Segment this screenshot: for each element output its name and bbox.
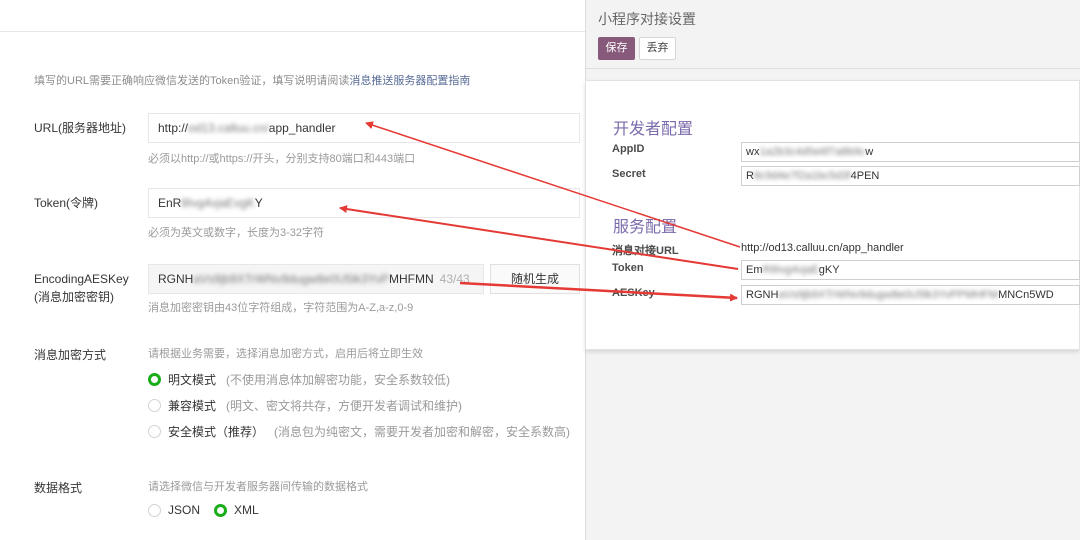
secret-label: Secret	[612, 168, 646, 180]
data-format-hint: 请选择微信与开发者服务器间传输的数据格式	[148, 481, 368, 493]
service-config-title: 服务配置	[613, 217, 678, 236]
token-value-suffix: Y	[254, 196, 263, 210]
encrypt-option-name: 明文模式	[168, 373, 217, 387]
token-value-masked: 8Ivg4vjaEvgK	[181, 196, 255, 210]
aeskey-input[interactable]: RGNHaVs9jb9XTrWNv9dugw8e0U5lk3YvPMHFMN 43…	[148, 264, 484, 294]
aeskey-dialog-input[interactable]: RGNHaVs9jb9XTrWNv9dugw8e0U5lk3YvPPMHFMMN…	[741, 285, 1080, 305]
token-value-prefix: EnR	[158, 196, 182, 210]
appid-input[interactable]: wx1a2b3c4d5e6f7a8b9cw	[741, 142, 1080, 162]
aeskey-label-line1: EncodingAESKey	[34, 272, 129, 286]
aeskey-value-prefix: RGNH	[158, 272, 194, 286]
dialog-token-input[interactable]: EmR8Ivg4vjaEgKY	[741, 260, 1080, 280]
encrypt-mode-hint: 请根据业务需要，选择消息加密方式，启用后将立即生效	[148, 348, 423, 360]
url-label: URL(服务器地址)	[34, 121, 126, 135]
secret-masked: 8c9d4e7f2a1bc5d3f	[753, 170, 851, 182]
aeskey-hint: 消息加密密钥由43位字符组成，字符范围为A-Z,a-z,0-9	[148, 302, 414, 314]
secret-prefix: R	[746, 170, 754, 182]
token-label: Token(令牌)	[34, 196, 99, 210]
radio-checked-icon[interactable]	[148, 373, 161, 386]
aeskey-value-suffix: MHFMN	[389, 272, 434, 286]
aeskey-dialog-suffix: MNCn5WD	[998, 289, 1054, 301]
appid-suffix: w	[865, 146, 874, 158]
aeskey-dialog-prefix: RGNH	[746, 289, 779, 301]
dialog-divider	[585, 68, 1080, 69]
save-button[interactable]: 保存	[598, 37, 635, 60]
random-generate-button[interactable]: 随机生成	[490, 264, 580, 294]
aeskey-counter: 43/43	[439, 272, 470, 286]
aeskey-value-masked: aVs9jb9XTrWNv9dugw8e0U5lk3YvP	[193, 272, 389, 286]
dialog-token-masked: R8Ivg4vjaE	[762, 264, 819, 276]
radio-unchecked-icon[interactable]	[148, 399, 161, 412]
encrypt-option-name: 兼容模式	[168, 399, 217, 413]
wechat-server-config-panel: 填写的URL需要正确响应微信发送的Token验证，填写说明请阅读消息推送服务器配…	[0, 0, 585, 540]
url-hint: 必须以http://或https://开头，分别支持80端口和443端口	[148, 153, 416, 165]
data-format-options: JSON XML	[148, 503, 259, 517]
token-hint: 必须为英文或数字，长度为3-32字符	[148, 227, 325, 239]
aeskey-label: EncodingAESKey (消息加密密钥)	[34, 270, 129, 306]
dialog-token-suffix: gKY	[818, 264, 840, 276]
token-input[interactable]: EnR8Ivg4vjaEvgKY	[148, 188, 580, 218]
url-value-masked: od13.calluu.cn/	[188, 121, 269, 135]
dialog-token-label: Token	[612, 262, 644, 274]
appid-label: AppID	[612, 143, 645, 155]
dialog-title: 小程序对接设置	[598, 12, 696, 28]
encrypt-mode-label: 消息加密方式	[34, 348, 107, 362]
encrypt-option-compatible[interactable]: 兼容模式 (明文、密文将共存，方便开发者调试和维护)	[148, 397, 462, 414]
aeskey-dialog-label: AESKey	[612, 287, 655, 299]
encrypt-option-plain[interactable]: 明文模式 (不使用消息体加解密功能，安全系数较低)	[148, 371, 450, 388]
encrypt-option-desc: (不使用消息体加解密功能，安全系数较低)	[226, 373, 451, 387]
data-format-label: 数据格式	[34, 481, 83, 495]
encrypt-option-secure[interactable]: 安全模式（推荐） (消息包为纯密文，需要开发者加密和解密，安全系数高)	[148, 423, 570, 440]
appid-masked: 1a2b3c4d5e6f7a8b9c	[759, 146, 866, 158]
format-option-json[interactable]: JSON	[168, 503, 200, 517]
developer-config-title: 开发者配置	[613, 119, 694, 138]
message-url-label: 消息对接URL	[612, 245, 679, 257]
format-option-xml[interactable]: XML	[234, 503, 259, 517]
config-tip-text: 填写的URL需要正确响应微信发送的Token验证，填写说明请阅读	[34, 75, 350, 87]
url-value-suffix: app_handler	[268, 121, 336, 135]
message-url-value: http://od13.calluu.cn/app_handler	[741, 242, 904, 254]
secret-input[interactable]: R8c9d4e7f2a1bc5d3f4PEN	[741, 166, 1080, 186]
radio-checked-icon[interactable]	[214, 503, 228, 517]
radio-unchecked-icon[interactable]	[148, 503, 161, 517]
radio-unchecked-icon[interactable]	[148, 425, 161, 438]
encrypt-option-desc: (消息包为纯密文，需要开发者加密和解密，安全系数高)	[274, 425, 571, 439]
aeskey-dialog-masked: aVs9jb9XTrWNv9dugw8e0U5lk3YvPPMHFM	[778, 289, 999, 301]
url-value-prefix: http://	[158, 121, 189, 135]
encrypt-option-name: 安全模式（推荐）	[168, 425, 265, 439]
url-input[interactable]: http://od13.calluu.cn/app_handler	[148, 113, 580, 143]
encrypt-option-desc: (明文、密文将共存，方便开发者调试和维护)	[226, 399, 463, 413]
config-guide-link[interactable]: 消息推送服务器配置指南	[349, 75, 470, 87]
secret-suffix: 4PEN	[850, 170, 880, 182]
discard-button[interactable]: 丢弃	[639, 37, 676, 60]
aeskey-label-line2: (消息加密密钥)	[34, 290, 114, 304]
top-bar	[0, 0, 585, 32]
dialog-token-prefix: Em	[746, 264, 763, 276]
config-tip: 填写的URL需要正确响应微信发送的Token验证，填写说明请阅读消息推送服务器配…	[34, 72, 470, 88]
appid-prefix: wx	[746, 146, 760, 158]
